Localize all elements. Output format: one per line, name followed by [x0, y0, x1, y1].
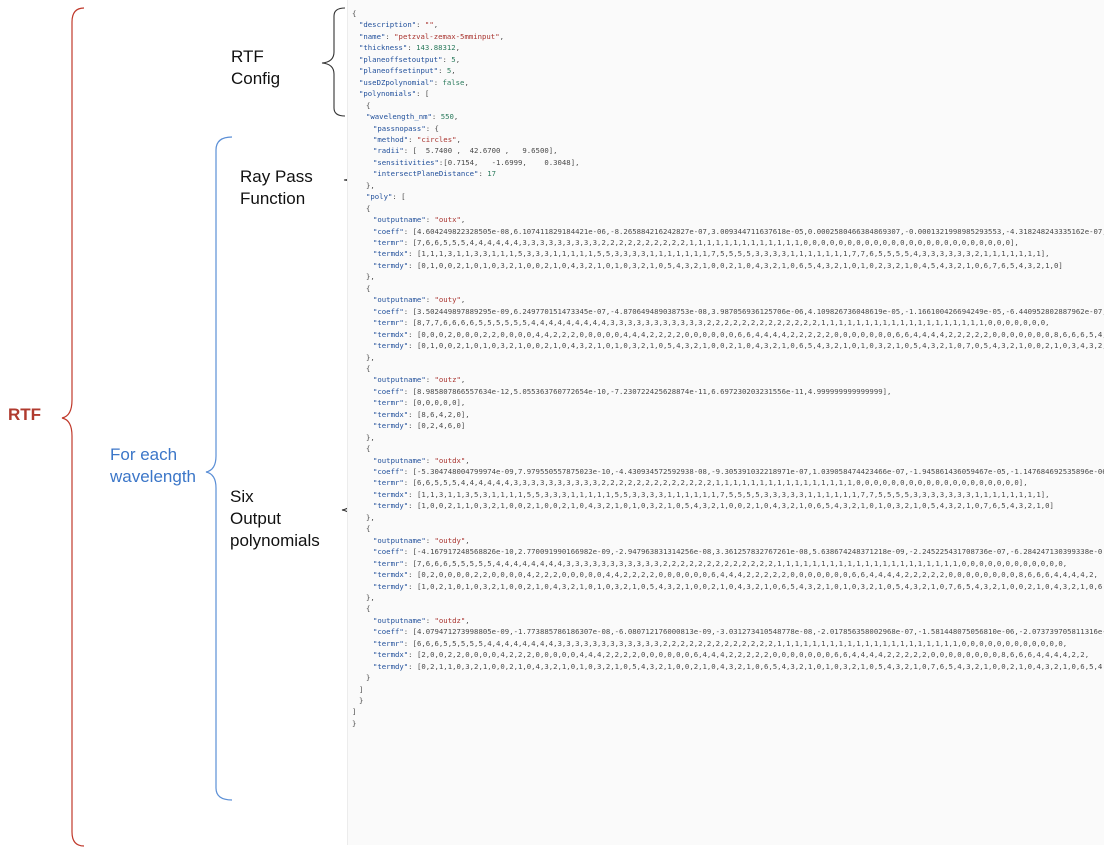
code-line: "termr": [8,7,7,6,6,6,6,5,5,5,5,5,5,4,4,…: [373, 318, 1050, 328]
json-code-panel: {"description": "", "name": "petzval-zema…: [347, 0, 1104, 845]
code-line: ]: [359, 684, 364, 694]
code-line: "termdy": [0,2,4,6,0]: [373, 421, 466, 431]
code-line: "coeff": [8.985807866557634e-12,5.055363…: [373, 386, 892, 396]
code-line: "coeff": [4.604249822328505e-08,6.107411…: [373, 226, 1104, 236]
code-line: "termr": [7,6,6,5,5,5,4,4,4,4,4,4,3,3,3,…: [373, 238, 1019, 247]
code-line: },: [366, 272, 375, 282]
code-line: "wavelength_nm": 550,: [366, 112, 459, 122]
code-line: "termr": [0,0,0,0,0],: [373, 398, 466, 408]
six-output-polynomials-label: Six Output polynomials: [230, 486, 320, 552]
code-line: "termdx": [1,1,1,3,1,1,3,3,1,1,1,5,3,3,3…: [373, 249, 1050, 259]
code-line: "termr": [7,6,6,6,5,5,5,5,5,4,4,4,4,4,4,…: [373, 558, 1068, 568]
code-line: "outputname": "outz",: [373, 375, 466, 385]
code-line: "useDZpolynomial": false,: [359, 77, 469, 87]
code-line: {: [366, 283, 371, 293]
code-line: {: [366, 363, 371, 373]
code-line: }: [359, 696, 364, 705]
code-line: }: [366, 673, 371, 683]
code-line: "termr": [6,6,6,5,5,5,5,5,4,4,4,4,4,4,4,…: [373, 638, 1068, 648]
code-line: "name": "petzval-zemax-5mminput",: [359, 31, 504, 41]
six-output-line-1: Six: [230, 487, 254, 506]
code-line: {: [366, 604, 371, 614]
code-line: "outputname": "outdy",: [373, 535, 470, 545]
code-line: },: [366, 592, 375, 602]
code-line: "sensitivities":[0.7154, -1.6999, 0.3048…: [373, 157, 580, 167]
for-each-wavelength-line-1: For each: [110, 445, 178, 464]
code-line: "termdx": [2,0,0,2,2,0,0,0,0,4,2,2,2,0,0…: [373, 650, 1090, 660]
six-output-line-3: polynomials: [230, 531, 320, 550]
code-line: "termdy": [0,1,0,0,2,1,0,1,0,3,2,1,0,0,2…: [373, 341, 1104, 351]
code-line: "radii": [ 5.7400 , 42.6700 , 9.6500],: [373, 146, 558, 156]
code-line: "planeoffsetinput": 5,: [359, 66, 456, 76]
config-brace: [321, 7, 346, 117]
code-line: "polynomials": [: [359, 89, 430, 99]
code-line: "thickness": 143.88312,: [359, 43, 461, 53]
code-line: "outputname": "outdx",: [373, 455, 470, 465]
ray-pass-function-label: Ray Pass Function: [240, 166, 313, 210]
code-line: {: [366, 100, 371, 110]
code-line: "termdy": [0,1,0,0,2,1,0,1,0,3,2,1,0,0,2…: [373, 260, 1063, 270]
ray-pass-line-1: Ray Pass: [240, 167, 313, 186]
code-line: {: [366, 203, 371, 213]
rtf-label: RTF: [8, 405, 42, 424]
rtf-brace: [61, 7, 85, 847]
six-output-line-2: Output: [230, 509, 282, 528]
code-line: },: [366, 512, 375, 522]
code-line: },: [366, 352, 375, 362]
code-line: "coeff": [-5.304748004799974e-09,7.97955…: [373, 467, 1104, 476]
code-line: "outputname": "outy",: [373, 295, 466, 305]
code-line: },: [366, 180, 375, 190]
code-line: {: [366, 444, 371, 454]
code-line: {: [352, 9, 357, 18]
code-line: },: [366, 432, 375, 442]
code-line: }: [352, 718, 357, 728]
code-line: "termdx": [0,0,0,2,0,0,0,2,2,0,0,0,0,4,4…: [373, 329, 1104, 339]
code-line: "termdy": [0,2,1,1,0,3,2,1,0,0,2,1,0,4,3…: [373, 661, 1103, 671]
code-line: "termdx": [0,2,0,0,0,0,2,2,0,0,0,0,4,2,2…: [373, 570, 1098, 580]
wavelength-brace: [205, 136, 233, 801]
for-each-wavelength-line-2: wavelength: [110, 467, 197, 486]
code-line: "poly": [: [366, 192, 406, 202]
code-line: "termdy": [1,0,0,2,1,1,0,3,2,1,0,0,2,1,0…: [373, 501, 1054, 511]
code-line: "passnopass": {: [373, 123, 439, 133]
ray-pass-line-2: Function: [240, 189, 306, 208]
code-line: "coeff": [-4.167917248568826e-10,2.77009…: [373, 547, 1103, 557]
code-line: "termdx": [8,6,4,2,0],: [373, 409, 470, 419]
rtf-config-line-2: Config: [231, 69, 281, 88]
code-line: "outputname": "outx",: [373, 215, 466, 225]
code-line: "coeff": [4.079471273998805e-09,-1.77388…: [373, 627, 1104, 637]
code-line: ]: [352, 707, 357, 717]
code-line: "description": "",: [359, 20, 439, 30]
rtf-config-label: RTF Config: [231, 46, 280, 90]
code-line: "termr": [6,6,5,5,5,4,4,4,4,4,4,3,3,3,3,…: [373, 478, 1028, 488]
code-line: "termdy": [1,0,2,1,0,1,0,3,2,1,0,0,2,1,0…: [373, 581, 1103, 591]
code-line: "outputname": "outdz",: [373, 615, 470, 625]
code-line: {: [366, 524, 371, 534]
code-line: "planeoffsetoutput": 5,: [359, 54, 461, 64]
code-line: "intersectPlaneDistance": 17: [373, 169, 497, 179]
for-each-wavelength-label: For each wavelength: [110, 444, 196, 488]
code-line: "coeff": [3.502449897889295e-09,6.249770…: [373, 306, 1104, 316]
code-line: "method": "circles",: [373, 134, 461, 144]
rtf-config-line-1: RTF: [231, 47, 264, 66]
code-line: "termdx": [1,1,3,1,1,3,5,3,1,1,1,1,5,5,3…: [373, 489, 1050, 499]
